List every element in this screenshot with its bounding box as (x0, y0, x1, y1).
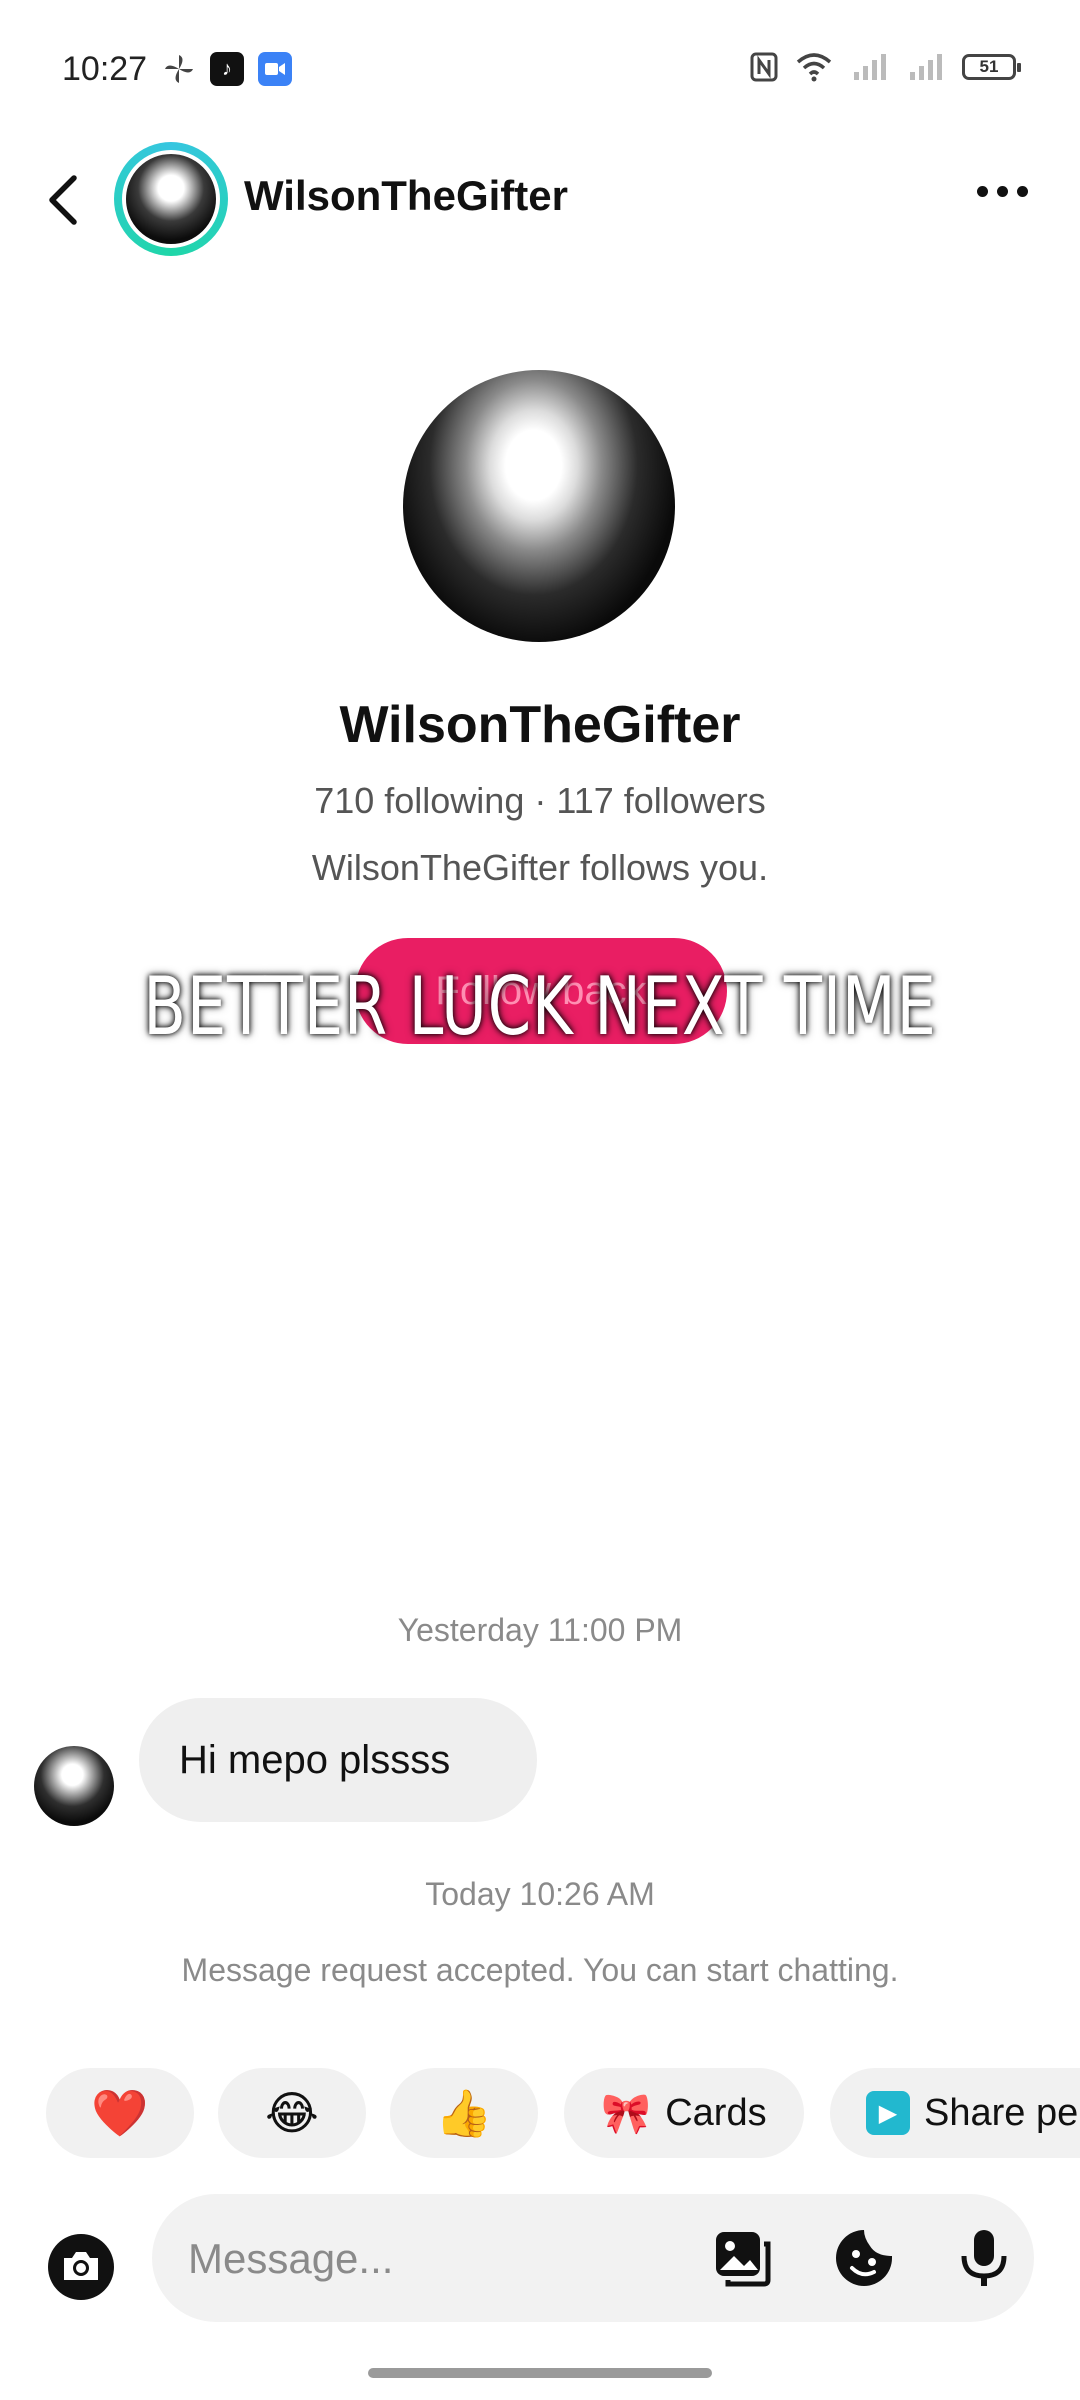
ribbon-card-icon: 🎀 (601, 2091, 652, 2136)
quick-reply-row: ❤️ 😂 👍 🎀 Cards ▶ Share pe (46, 2068, 1080, 2158)
signal-icon (854, 54, 886, 80)
microphone-icon[interactable] (952, 2226, 1016, 2290)
message-input[interactable] (186, 2228, 710, 2290)
quick-reply-heart[interactable]: ❤️ (46, 2068, 194, 2158)
message-sender-avatar[interactable] (34, 1746, 114, 1826)
wifi-icon (796, 53, 832, 82)
header-avatar[interactable] (122, 150, 220, 248)
quick-reply-cards[interactable]: 🎀 Cards (564, 2068, 804, 2158)
timestamp-yesterday: Yesterday 11:00 PM (397, 1612, 683, 1648)
heart-icon: ❤️ (91, 2086, 149, 2139)
play-icon: ▶ (866, 2091, 910, 2135)
quick-reply-share[interactable]: ▶ Share pe (830, 2068, 1080, 2158)
tiktok-icon: ♪ (210, 52, 244, 86)
dot-icon (977, 186, 988, 197)
quick-reply-laugh[interactable]: 😂 (218, 2068, 366, 2158)
message-composer (152, 2194, 1034, 2322)
video-call-icon (258, 52, 292, 86)
gallery-icon[interactable] (710, 2226, 774, 2290)
dot-icon (997, 186, 1008, 197)
sticker-icon[interactable] (832, 2226, 896, 2290)
pinwheel-icon (165, 55, 193, 83)
system-message: Message request accepted. You can start … (181, 1952, 899, 1988)
home-indicator[interactable] (368, 2368, 712, 2378)
status-system-icons: 51 (750, 52, 1021, 82)
profile-avatar[interactable] (403, 370, 675, 642)
message-bubble[interactable]: Hi mepo plssss (139, 1698, 537, 1822)
profile-name: WilsonTheGifter (339, 696, 741, 754)
status-app-icons: ♪ (162, 52, 292, 86)
camera-button[interactable] (46, 2232, 116, 2302)
profile-stats: 710 following · 117 followers (314, 780, 766, 821)
back-button[interactable] (38, 170, 90, 230)
header-username[interactable]: WilsonTheGifter (244, 172, 568, 220)
cards-label: Cards (665, 2091, 767, 2134)
share-label: Share pe (924, 2091, 1079, 2134)
more-options-button[interactable] (977, 186, 1028, 197)
overlay-caption: BETTER LUCK NEXT TIME (143, 960, 937, 1053)
laughing-face-icon: 😂 (265, 2087, 319, 2139)
status-time: 10:27 (62, 50, 148, 88)
thumbs-up-icon: 👍 (435, 2086, 493, 2139)
follows-you-text: WilsonTheGifter follows you. (311, 847, 769, 888)
status-bar: 10:27 ♪ 51 (0, 0, 1080, 140)
battery-icon: 51 (962, 54, 1021, 80)
quick-reply-thumbs-up[interactable]: 👍 (390, 2068, 538, 2158)
dot-icon (1017, 186, 1028, 197)
nfc-icon (750, 52, 778, 82)
timestamp-today: Today 10:26 AM (425, 1876, 655, 1912)
signal-icon-2 (910, 54, 942, 80)
battery-level: 51 (979, 57, 999, 76)
